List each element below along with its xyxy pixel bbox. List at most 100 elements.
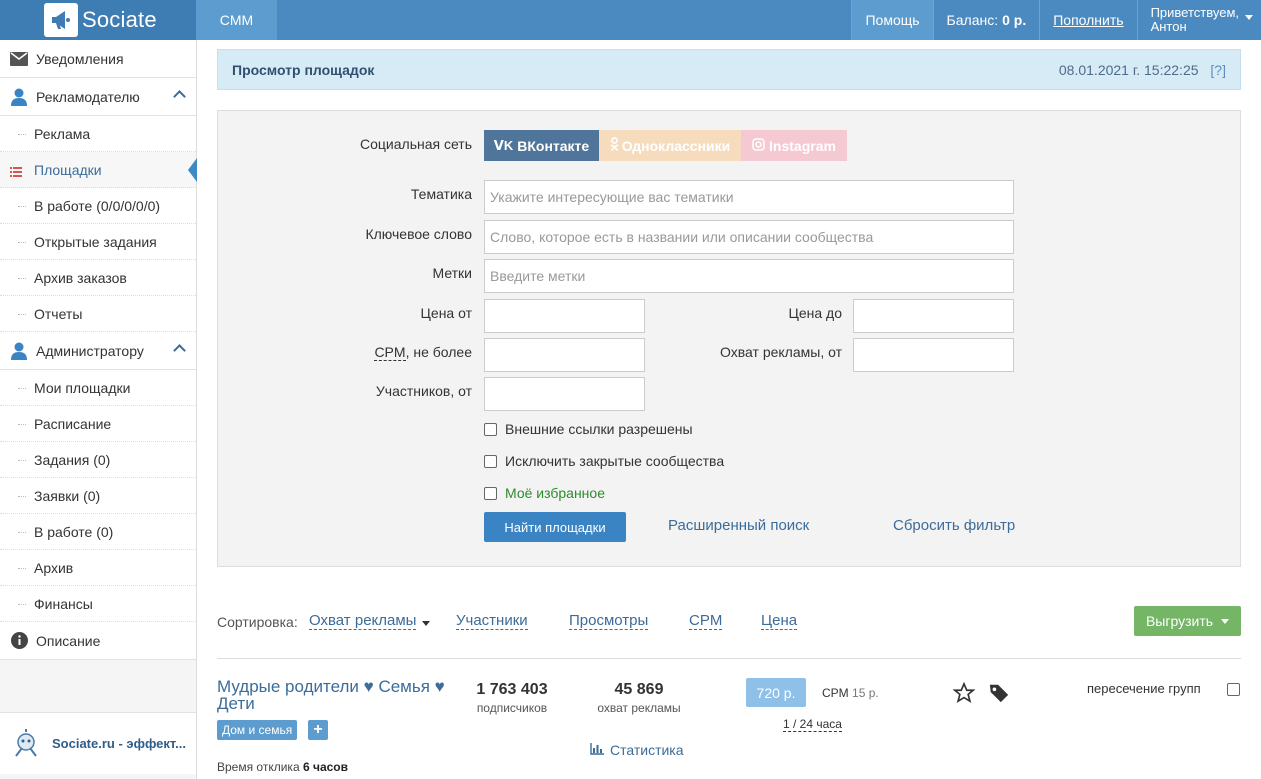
tag-icon[interactable] bbox=[988, 682, 1010, 707]
sidebar-admin-label: Администратору bbox=[36, 342, 144, 359]
sidebar-item-admin-in-progress[interactable]: В работе (0) bbox=[0, 514, 196, 550]
reach-metric: 45 869 охват рекламы bbox=[589, 681, 689, 715]
logo-text: Sociate bbox=[82, 7, 157, 32]
sidebar-item-platforms-label: Площадки bbox=[34, 161, 102, 178]
user-icon bbox=[10, 88, 28, 106]
members-input[interactable] bbox=[484, 377, 645, 411]
balance: Баланс: 0 р. bbox=[932, 0, 1040, 40]
user-menu[interactable]: Приветствуем, Антон bbox=[1136, 0, 1261, 40]
favorites-label: Моё избранное bbox=[505, 485, 605, 501]
envelope-icon bbox=[10, 50, 28, 68]
tags-label: Метки bbox=[432, 265, 473, 281]
topup-link[interactable]: Пополнить bbox=[1039, 0, 1136, 40]
sidebar-item-archive[interactable]: Архив bbox=[0, 550, 196, 586]
page-header: Просмотр площадок 08.01.2021 г. 15:22:25… bbox=[217, 49, 1241, 90]
list-icon bbox=[10, 164, 22, 180]
sidebar-advertiser-label: Рекламодателю bbox=[36, 88, 140, 105]
sidebar-item-my-platforms[interactable]: Мои площадки bbox=[0, 370, 196, 406]
cpm-value-amount: 15 р. bbox=[852, 686, 879, 700]
sidebar-item-ads[interactable]: Реклама bbox=[0, 116, 196, 152]
sort-views[interactable]: Просмотры bbox=[569, 613, 649, 630]
sort-reach[interactable]: Охват рекламы bbox=[309, 613, 417, 630]
sidebar: Уведомления Рекламодателю Реклама Площад… bbox=[0, 40, 197, 779]
external-links-label: Внешние ссылки разрешены bbox=[505, 421, 693, 437]
cross-groups-label: пересечение групп bbox=[1087, 681, 1201, 696]
export-label: Выгрузить bbox=[1145, 613, 1214, 629]
cpm-input[interactable] bbox=[484, 338, 645, 372]
help-link[interactable]: Помощь bbox=[851, 0, 933, 40]
reach-metric-label: охват рекламы bbox=[597, 701, 681, 715]
social-ig-label: Instagram bbox=[769, 137, 836, 154]
instagram-icon bbox=[752, 137, 765, 154]
megaphone-icon bbox=[44, 3, 78, 37]
reach-input[interactable] bbox=[853, 338, 1014, 372]
balance-value: 0 р. bbox=[1002, 12, 1027, 28]
cross-groups-checkbox[interactable] bbox=[1227, 683, 1240, 696]
sort-price[interactable]: Цена bbox=[761, 613, 798, 630]
favorites-checkbox[interactable] bbox=[484, 486, 497, 500]
sidebar-description[interactable]: Описание bbox=[0, 622, 196, 660]
social-vk-button[interactable]: ᐯK ВКонтакте bbox=[484, 130, 599, 161]
price-badge[interactable]: 720 р. bbox=[746, 678, 806, 707]
nav-cmm[interactable]: CMM bbox=[196, 0, 277, 40]
external-links-checkbox-row[interactable]: Внешние ссылки разрешены bbox=[484, 421, 693, 437]
sidebar-item-finance[interactable]: Финансы bbox=[0, 586, 196, 622]
sort-bar: Сортировка: Охват рекламы Участники Прос… bbox=[217, 606, 1241, 638]
reach-label: Охват рекламы, от bbox=[720, 344, 842, 360]
sort-members[interactable]: Участники bbox=[456, 613, 528, 630]
exclude-closed-checkbox[interactable] bbox=[484, 454, 497, 468]
keyword-input[interactable]: Слово, которое есть в названии или описа… bbox=[484, 220, 1014, 254]
favorites-checkbox-row[interactable]: Моё избранное bbox=[484, 485, 605, 501]
sidebar-item-tasks[interactable]: Задания (0) bbox=[0, 442, 196, 478]
add-tag-button[interactable]: + bbox=[308, 720, 328, 740]
promo-banner[interactable]: Sociate.ru - эффект... bbox=[0, 712, 196, 774]
sort-cpm[interactable]: CPM bbox=[689, 613, 723, 630]
find-platforms-button[interactable]: Найти площадки bbox=[484, 512, 626, 542]
platform-title[interactable]: Мудрые родители ♥ Семья ♥ Дети bbox=[217, 678, 447, 712]
chevron-up-icon[interactable] bbox=[173, 344, 186, 357]
period-selector[interactable]: 1 / 24 часа bbox=[783, 718, 842, 732]
price-to-input[interactable] bbox=[853, 299, 1014, 333]
ok-icon bbox=[610, 137, 619, 154]
keyword-label: Ключевое слово bbox=[365, 226, 472, 242]
star-icon[interactable] bbox=[952, 681, 976, 707]
divider bbox=[217, 658, 1241, 659]
caret-down-icon bbox=[1221, 618, 1230, 624]
topic-input[interactable]: Укажите интересующие вас тематики bbox=[484, 180, 1014, 214]
chevron-up-icon[interactable] bbox=[173, 90, 186, 103]
external-links-checkbox[interactable] bbox=[484, 422, 497, 436]
cpm-label: CPM, не более bbox=[298, 344, 472, 361]
logo[interactable]: Sociate bbox=[0, 0, 196, 40]
sidebar-item-platforms[interactable]: Площадки bbox=[0, 152, 197, 188]
header-help-link[interactable]: [?] bbox=[1210, 62, 1226, 78]
filter-panel: Социальная сеть ᐯK ВКонтакте Одноклассни… bbox=[217, 110, 1241, 567]
response-time-label: Время отклика bbox=[217, 760, 300, 774]
export-button[interactable]: Выгрузить bbox=[1134, 606, 1241, 636]
advanced-search-link[interactable]: Расширенный поиск bbox=[668, 517, 809, 534]
subscribers-metric: 1 763 403 подписчиков bbox=[467, 681, 557, 715]
sidebar-item-open-tasks[interactable]: Открытые задания bbox=[0, 224, 196, 260]
sidebar-item-order-archive[interactable]: Архив заказов bbox=[0, 260, 196, 296]
sidebar-notifications[interactable]: Уведомления bbox=[0, 40, 196, 78]
response-time: Время отклика 6 часов bbox=[217, 760, 348, 774]
cpm-abbr[interactable]: CPM bbox=[374, 344, 406, 361]
subscribers-label: подписчиков bbox=[476, 701, 548, 715]
platform-tag[interactable]: Дом и семья bbox=[217, 720, 298, 740]
sidebar-item-reports[interactable]: Отчеты bbox=[0, 296, 196, 332]
social-ok-button[interactable]: Одноклассники bbox=[599, 130, 741, 161]
sidebar-admin[interactable]: Администратору bbox=[0, 332, 196, 370]
sidebar-item-requests[interactable]: Заявки (0) bbox=[0, 478, 196, 514]
exclude-closed-label: Исключить закрытые сообщества bbox=[505, 453, 725, 469]
social-instagram-button[interactable]: Instagram bbox=[741, 130, 847, 161]
reset-filter-link[interactable]: Сбросить фильтр bbox=[893, 517, 1015, 534]
sidebar-description-label: Описание bbox=[36, 632, 101, 649]
sidebar-item-schedule[interactable]: Расписание bbox=[0, 406, 196, 442]
price-from-input[interactable] bbox=[484, 299, 645, 333]
sidebar-item-in-progress[interactable]: В работе (0/0/0/0/0) bbox=[0, 188, 196, 224]
sidebar-advertiser[interactable]: Рекламодателю bbox=[0, 78, 196, 116]
social-ok-label: Одноклассники bbox=[621, 137, 731, 154]
tags-input[interactable]: Введите метки bbox=[484, 259, 1014, 293]
statistics-link[interactable]: Статистика bbox=[590, 742, 684, 758]
exclude-closed-checkbox-row[interactable]: Исключить закрытые сообщества bbox=[484, 453, 724, 469]
user-name: Антон bbox=[1150, 19, 1187, 34]
